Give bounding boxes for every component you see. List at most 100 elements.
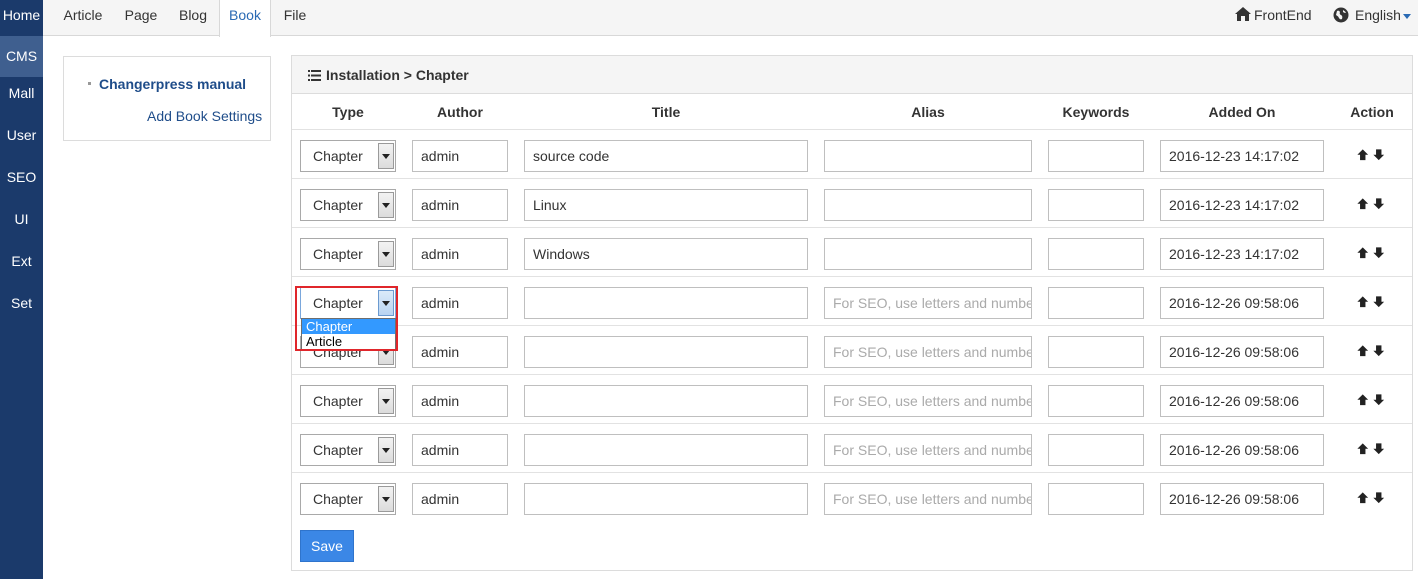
tab-page[interactable]: Page [121,0,161,36]
title-input[interactable]: Windows [524,238,808,270]
title-input[interactable] [524,434,808,466]
arrow-down-icon[interactable] [1372,148,1386,162]
chevron-down-icon[interactable] [378,388,394,414]
row-actions [1356,491,1392,507]
type-select[interactable]: Chapter [300,287,396,319]
book-tree-panel: Changerpress manual Add Book Settings [63,56,271,141]
author-input[interactable]: admin [412,434,508,466]
alias-input[interactable] [824,140,1032,172]
added-on-input[interactable]: 2016-12-26 09:58:06 [1160,336,1324,368]
alias-input[interactable] [824,238,1032,270]
arrow-down-icon[interactable] [1372,197,1386,211]
table-row: Chapter admin For SEO, use letters and num… [292,423,1412,472]
type-select[interactable]: Chapter [300,189,396,221]
tab-blog[interactable]: Blog [171,0,215,36]
added-on-input[interactable]: 2016-12-26 09:58:06 [1160,385,1324,417]
keywords-input[interactable] [1048,434,1144,466]
arrow-down-icon[interactable] [1372,393,1386,407]
row-actions [1356,148,1392,164]
keywords-input[interactable] [1048,238,1144,270]
keywords-input[interactable] [1048,336,1144,368]
language-selector[interactable]: English [1333,0,1411,36]
added-on-input[interactable]: 2016-12-26 09:58:06 [1160,483,1324,515]
keywords-input[interactable] [1048,483,1144,515]
chevron-down-icon[interactable] [378,437,394,463]
sidebar-item-set[interactable]: Set [0,287,43,329]
list-icon [308,70,321,81]
sidebar-item-mall[interactable]: Mall [0,77,43,119]
added-on-input[interactable]: 2016-12-26 09:58:06 [1160,434,1324,466]
author-input[interactable]: admin [412,483,508,515]
add-book-settings-link[interactable]: Add Book Settings [147,108,262,124]
keywords-input[interactable] [1048,287,1144,319]
table-row: Chapter admin For SEO, use letters and num… [292,276,1412,325]
author-input[interactable]: admin [412,140,508,172]
alias-input[interactable] [824,189,1032,221]
type-select[interactable]: Chapter [300,434,396,466]
author-input[interactable]: admin [412,287,508,319]
author-input[interactable]: admin [412,238,508,270]
arrow-down-icon[interactable] [1372,491,1386,505]
arrow-up-icon[interactable] [1356,393,1370,407]
arrow-down-icon[interactable] [1372,295,1386,309]
chevron-down-icon[interactable] [378,241,394,267]
arrow-up-icon[interactable] [1356,246,1370,260]
chevron-down-icon[interactable] [378,486,394,512]
title-input[interactable] [524,287,808,319]
keywords-input[interactable] [1048,385,1144,417]
arrow-down-icon[interactable] [1372,344,1386,358]
alias-input[interactable]: For SEO, use letters and numbers [824,434,1032,466]
sidebar-item-ui[interactable]: UI [0,203,43,245]
sidebar-item-user[interactable]: User [0,119,43,161]
keywords-input[interactable] [1048,140,1144,172]
sidebar-item-seo[interactable]: SEO [0,161,43,203]
type-select[interactable]: Chapter [300,238,396,270]
arrow-up-icon[interactable] [1356,148,1370,162]
sidebar-item-cms[interactable]: CMS [0,36,43,77]
tab-file[interactable]: File [277,0,313,36]
title-input[interactable] [524,336,808,368]
sidebar-item-home[interactable]: Home [0,0,43,36]
save-button[interactable]: Save [300,530,354,562]
arrow-down-icon[interactable] [1372,442,1386,456]
title-input[interactable]: Linux [524,189,808,221]
tab-book[interactable]: Book [219,0,271,37]
title-input[interactable] [524,385,808,417]
added-on-input[interactable]: 2016-12-23 14:17:02 [1160,189,1324,221]
author-input[interactable]: admin [412,336,508,368]
arrow-up-icon[interactable] [1356,344,1370,358]
arrow-down-icon[interactable] [1372,246,1386,260]
dropdown-option-chapter[interactable]: Chapter [302,319,395,334]
book-title-link[interactable]: Changerpress manual [99,76,246,92]
alias-input[interactable]: For SEO, use letters and numbers [824,287,1032,319]
arrow-up-icon[interactable] [1356,197,1370,211]
table-row: Chapter admin Linux 2016-12-23 14:17:02 [292,178,1412,227]
author-input[interactable]: admin [412,385,508,417]
language-label: English [1355,7,1401,23]
type-select[interactable]: Chapter [300,385,396,417]
tab-article[interactable]: Article [55,0,111,36]
title-input[interactable]: source code [524,140,808,172]
dropdown-option-article[interactable]: Article [302,334,395,349]
chevron-down-icon[interactable] [378,192,394,218]
added-on-input[interactable]: 2016-12-26 09:58:06 [1160,287,1324,319]
type-select[interactable]: Chapter [300,483,396,515]
arrow-up-icon[interactable] [1356,442,1370,456]
alias-input[interactable]: For SEO, use letters and numbers [824,385,1032,417]
added-on-input[interactable]: 2016-12-23 14:17:02 [1160,140,1324,172]
type-select-value: Chapter [313,393,363,409]
frontend-link[interactable]: FrontEnd [1235,0,1312,36]
chevron-down-icon[interactable] [378,143,394,169]
alias-input[interactable]: For SEO, use letters and numbers [824,336,1032,368]
arrow-up-icon[interactable] [1356,491,1370,505]
added-on-input[interactable]: 2016-12-23 14:17:02 [1160,238,1324,270]
chevron-down-icon[interactable] [378,290,394,316]
type-select[interactable]: Chapter [300,140,396,172]
breadcrumb: Installation > Chapter [326,67,469,83]
arrow-up-icon[interactable] [1356,295,1370,309]
keywords-input[interactable] [1048,189,1144,221]
title-input[interactable] [524,483,808,515]
alias-input[interactable]: For SEO, use letters and numbers [824,483,1032,515]
author-input[interactable]: admin [412,189,508,221]
sidebar-item-ext[interactable]: Ext [0,245,43,287]
